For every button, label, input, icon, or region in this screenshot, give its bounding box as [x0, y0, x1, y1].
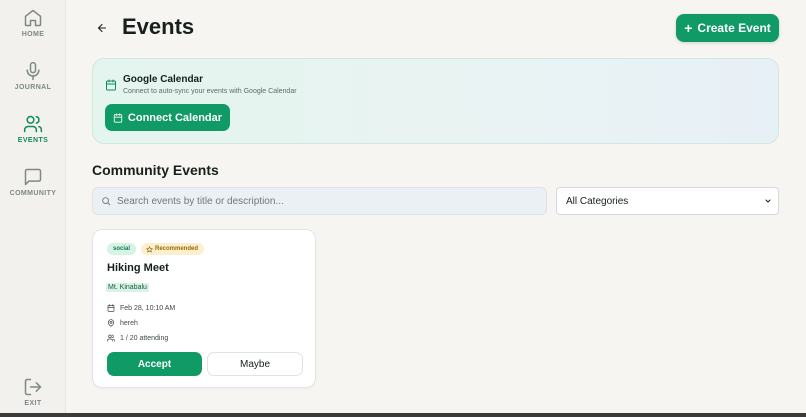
search-icon: [102, 197, 111, 206]
maybe-button[interactable]: Maybe: [207, 352, 303, 376]
category-badge: social: [107, 243, 137, 255]
event-title: Hiking Meet: [107, 262, 169, 274]
category-select-value: All Categories: [566, 195, 629, 207]
page-title: Events: [122, 14, 195, 39]
home-icon: [24, 9, 42, 27]
users-icon: [107, 334, 115, 342]
event-location-row: hereh: [107, 319, 138, 327]
sidebar-item-label: HOME: [21, 31, 45, 38]
search-input[interactable]: [117, 195, 537, 207]
event-attending-row: 1 / 20 attending: [107, 334, 168, 342]
star-icon: [146, 245, 153, 252]
sidebar-item-label: JOURNAL: [14, 84, 52, 91]
calendar-icon: [113, 112, 123, 123]
google-calendar-card: Google Calendar Connect to auto-sync you…: [92, 58, 779, 144]
recommended-badge: Recommended: [141, 243, 205, 255]
plus-icon: +: [684, 19, 693, 36]
bottom-border: [0, 413, 806, 417]
calendar-icon: [107, 304, 115, 312]
event-location: hereh: [120, 319, 138, 327]
calendar-subtitle: Connect to auto-sync your events with Go…: [123, 88, 297, 95]
section-title: Community Events: [92, 162, 219, 178]
accept-button[interactable]: Accept: [107, 352, 202, 376]
sidebar-item-label: EVENTS: [17, 137, 49, 144]
exit-button[interactable]: EXIT: [0, 377, 66, 407]
connect-calendar-label: Connect Calendar: [127, 111, 223, 124]
category-select[interactable]: All Categories: [556, 187, 779, 215]
exit-icon: [24, 378, 42, 396]
calendar-title: Google Calendar: [123, 74, 204, 85]
sidebar-item-journal[interactable]: JOURNAL: [0, 61, 66, 91]
event-datetime: Feb 28, 10:10 AM: [120, 304, 176, 312]
event-organizer: Mt. Kinabalu: [106, 283, 149, 292]
sidebar-item-community[interactable]: COMMUNITY: [0, 167, 66, 197]
sidebar-item-label: COMMUNITY: [9, 190, 57, 197]
map-pin-icon: [107, 319, 115, 327]
sidebar-item-events[interactable]: EVENTS: [0, 114, 66, 144]
chat-icon: [24, 168, 42, 186]
chevron-down-icon: [765, 199, 771, 203]
connect-calendar-button[interactable]: Connect Calendar: [105, 104, 230, 131]
mic-icon: [26, 61, 40, 81]
arrow-left-icon: [97, 23, 107, 33]
back-button[interactable]: [92, 18, 112, 38]
create-event-label: Create Event: [697, 21, 771, 35]
calendar-icon: [106, 79, 116, 91]
event-attending: 1 / 20 attending: [120, 334, 169, 342]
event-datetime-row: Feb 28, 10:10 AM: [107, 304, 175, 312]
event-card[interactable]: social Recommended Hiking Meet Mt. Kinab…: [92, 229, 316, 388]
exit-label: EXIT: [24, 400, 42, 407]
sidebar: HOME JOURNAL EVENTS COMMUNITY EXIT: [0, 0, 66, 413]
users-icon: [23, 115, 43, 133]
search-box: [92, 187, 547, 215]
sidebar-item-home[interactable]: HOME: [0, 8, 66, 38]
recommended-label: Recommended: [155, 246, 199, 252]
create-event-button[interactable]: + Create Event: [676, 14, 779, 42]
